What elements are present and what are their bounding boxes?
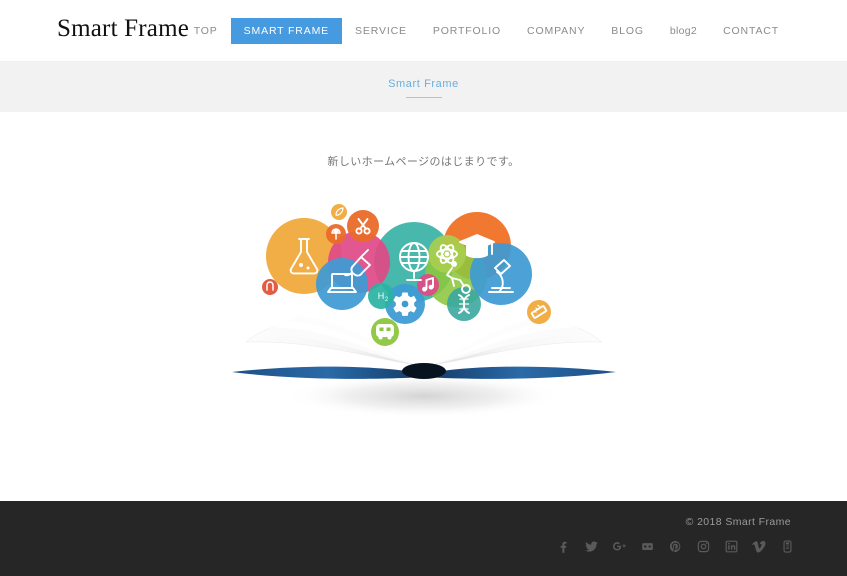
social-links (556, 539, 795, 554)
youtube-icon[interactable] (780, 539, 795, 554)
vimeo-icon[interactable] (752, 539, 767, 554)
twitter-icon[interactable] (584, 539, 599, 554)
page-banner: Smart Frame (0, 62, 847, 112)
lead-text: 新しいホームページのはじまりです。 (327, 156, 520, 168)
facebook-icon[interactable] (556, 539, 571, 554)
svg-text:H: H (377, 291, 384, 301)
book-pages-right (423, 309, 603, 367)
ruler-icon-bubble (526, 300, 551, 324)
instagram-icon[interactable] (696, 539, 711, 554)
googleplus-icon[interactable] (612, 539, 627, 554)
nav-item-contact[interactable]: CONTACT (710, 18, 792, 44)
laptop-icon-bubble (315, 258, 368, 310)
leaf-icon-bubble (330, 204, 347, 220)
main-navigation: TOP SMART FRAME SERVICE PORTFOLIO COMPANY BLO… (181, 18, 792, 44)
title-underline (405, 96, 442, 98)
nav-item-company[interactable]: COMPANY (514, 18, 598, 44)
site-logo[interactable]: Smart Frame (57, 13, 189, 46)
nav-item-blog2[interactable]: blog2 (657, 18, 710, 44)
site-footer: © 2018 Smart Frame (0, 501, 847, 576)
main-content: 新しいホームページのはじまりです。 H 2 (0, 112, 847, 501)
pinterest-icon[interactable] (668, 539, 683, 554)
nav-item-service[interactable]: SERVICE (342, 18, 420, 44)
music-icon-bubble (416, 274, 439, 296)
book-shadow (283, 374, 564, 418)
nav-item-top[interactable]: TOP (181, 18, 231, 44)
book-spine-center (401, 363, 446, 379)
nav-item-portfolio[interactable]: PORTFOLIO (420, 18, 514, 44)
site-header: Smart Frame TOP SMART FRAME SERVICE PORTFOL… (0, 0, 847, 62)
copyright-text: © 2018 Smart Frame (685, 516, 791, 528)
flickr-icon[interactable] (640, 539, 655, 554)
page-title: Smart Frame (388, 77, 459, 90)
hero-illustration: H 2 (0, 184, 847, 444)
nav-item-blog[interactable]: BLOG (598, 18, 657, 44)
linkedin-icon[interactable] (724, 539, 739, 554)
nav-item-smart-frame[interactable]: SMART FRAME (230, 18, 343, 44)
book-and-icons-graphic: H 2 (231, 204, 616, 418)
page-root: Smart Frame TOP SMART FRAME SERVICE PORTFOL… (0, 0, 847, 576)
